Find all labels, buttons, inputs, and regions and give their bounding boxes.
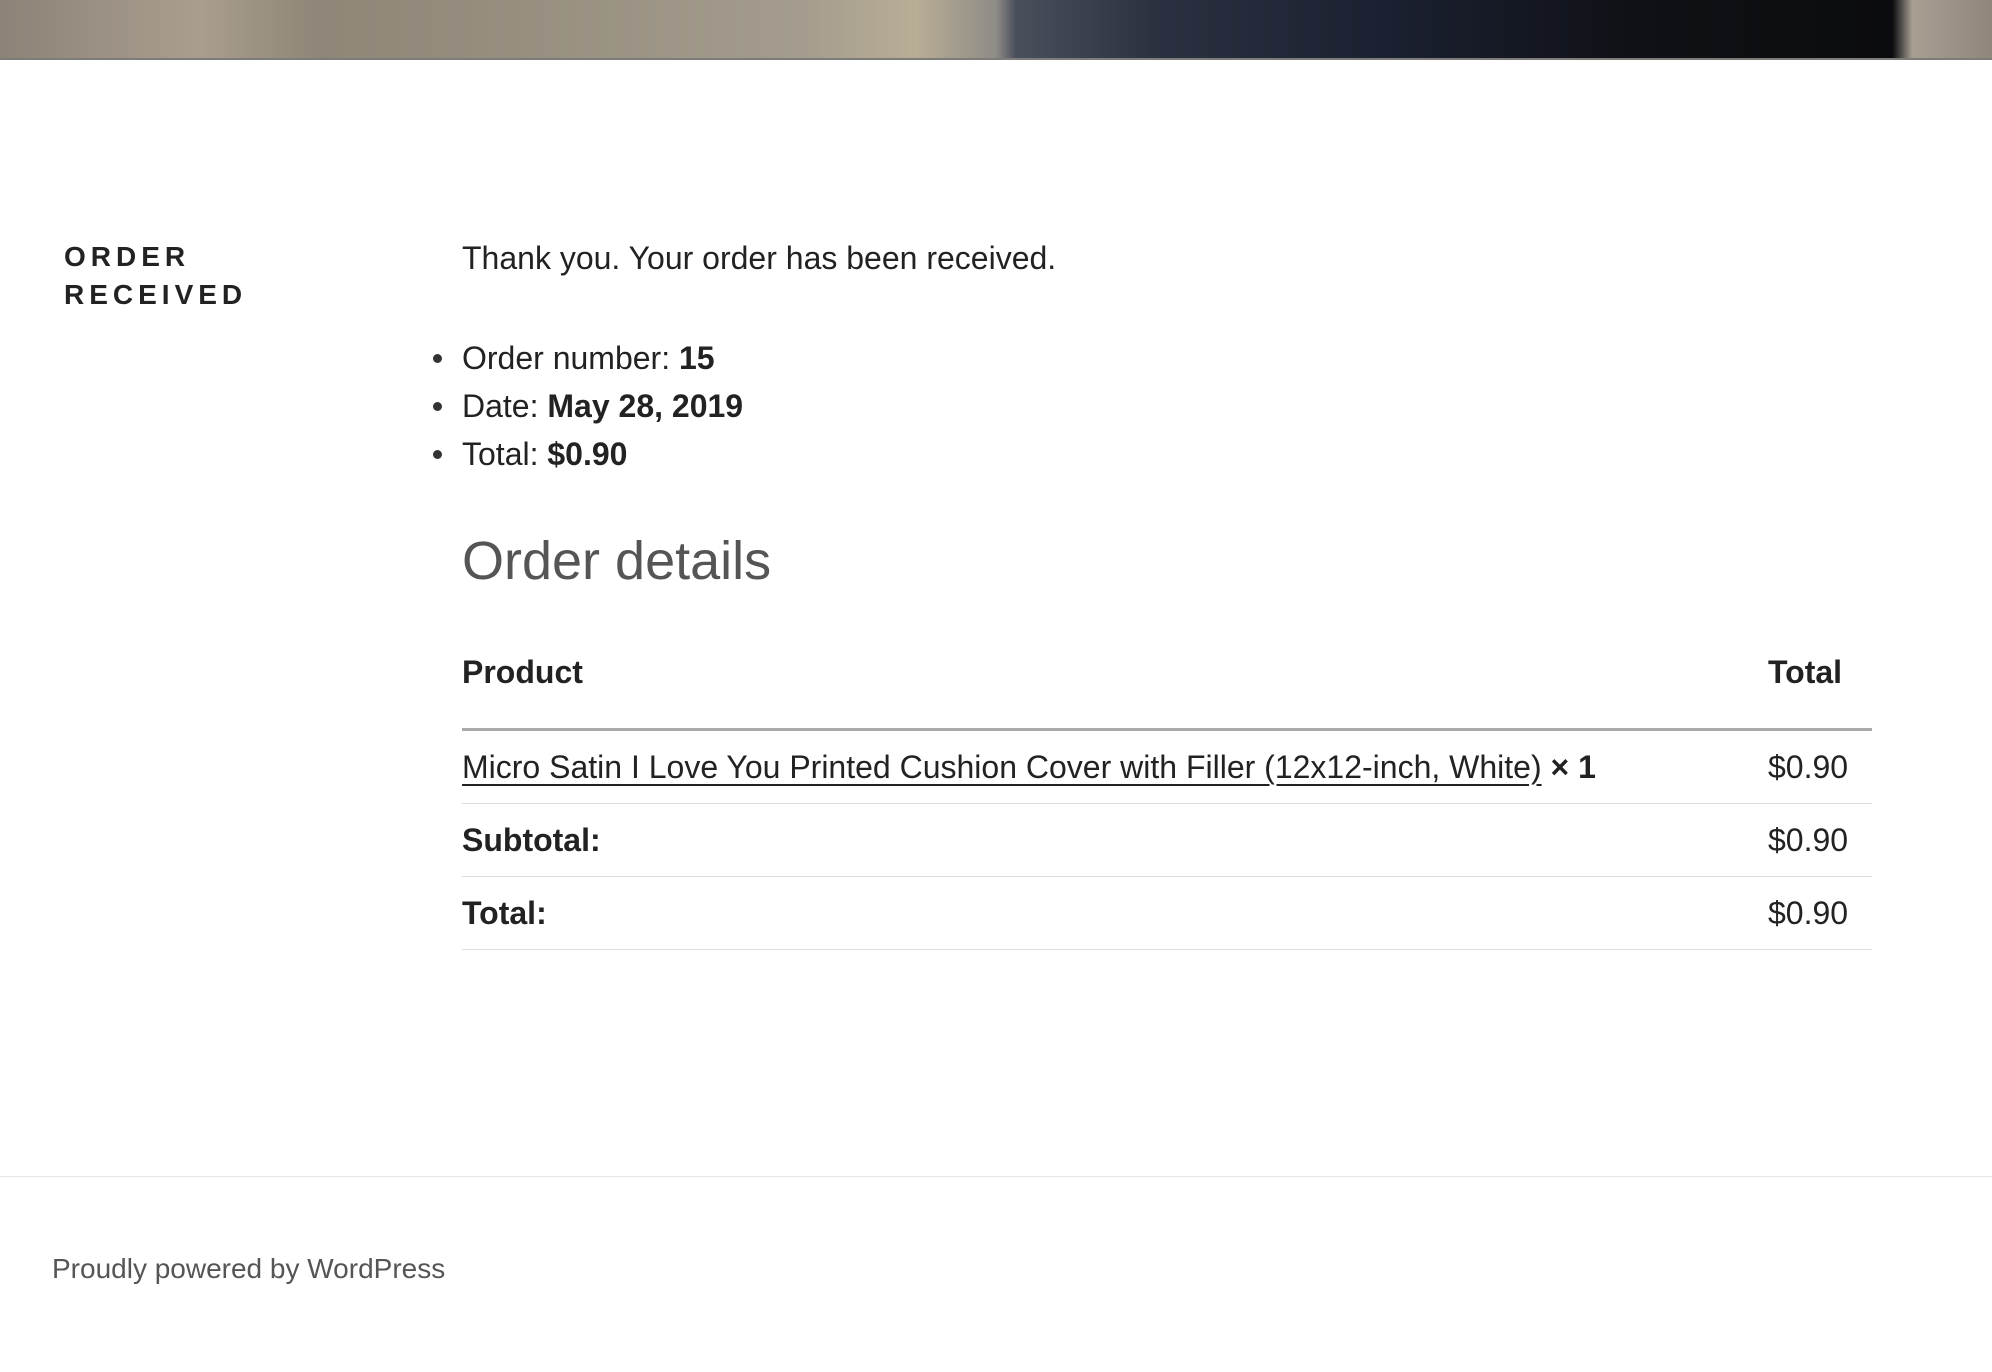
product-quantity: × 1 — [1550, 748, 1596, 785]
powered-by-wordpress-link[interactable]: Proudly powered by WordPress — [52, 1253, 445, 1285]
page-title-line1: ORDER — [64, 241, 191, 272]
page-title-line2: RECEIVED — [64, 279, 248, 310]
header-image — [0, 0, 1992, 60]
table-header-row: Product Total — [462, 640, 1872, 731]
subtotal-value: $0.90 — [1768, 803, 1872, 877]
column-header-product: Product — [462, 640, 1768, 731]
page: ORDER RECEIVED Thank you. Your order has… — [0, 0, 1992, 1372]
subtotal-row: Subtotal: $0.90 — [462, 803, 1872, 877]
order-details-table: Product Total Micro Satin I Love You Pri… — [462, 640, 1872, 950]
order-total-value: $0.90 — [547, 436, 628, 472]
order-received-notice: Thank you. Your order has been received. — [462, 240, 1057, 276]
order-number-value: 15 — [678, 340, 715, 376]
order-details-heading: Order details — [462, 531, 772, 591]
order-date-item: Date: May 28, 2019 — [432, 382, 744, 430]
order-number-label: Order number: — [462, 340, 679, 376]
column-header-total: Total — [1768, 640, 1872, 731]
table-row: Micro Satin I Love You Printed Cushion C… — [462, 729, 1872, 804]
total-label: Total: — [462, 876, 1768, 950]
total-value: $0.90 — [1768, 876, 1872, 950]
total-row: Total: $0.90 — [462, 876, 1872, 950]
page-title: ORDER RECEIVED — [64, 238, 324, 314]
footer-divider — [0, 1176, 1992, 1177]
order-date-label: Date: — [462, 388, 548, 424]
order-total-label: Total: — [462, 436, 548, 472]
subtotal-label: Subtotal: — [462, 803, 1768, 877]
product-link[interactable]: Micro Satin I Love You Printed Cushion C… — [462, 749, 1542, 785]
order-number-item: Order number: 15 — [432, 334, 743, 382]
product-cell: Micro Satin I Love You Printed Cushion C… — [462, 729, 1768, 804]
product-total: $0.90 — [1768, 729, 1872, 804]
order-overview: Order number: 15 Date: May 28, 2019 Tota… — [432, 334, 744, 478]
order-date-value: May 28, 2019 — [547, 388, 744, 424]
order-total-item: Total: $0.90 — [432, 430, 743, 478]
